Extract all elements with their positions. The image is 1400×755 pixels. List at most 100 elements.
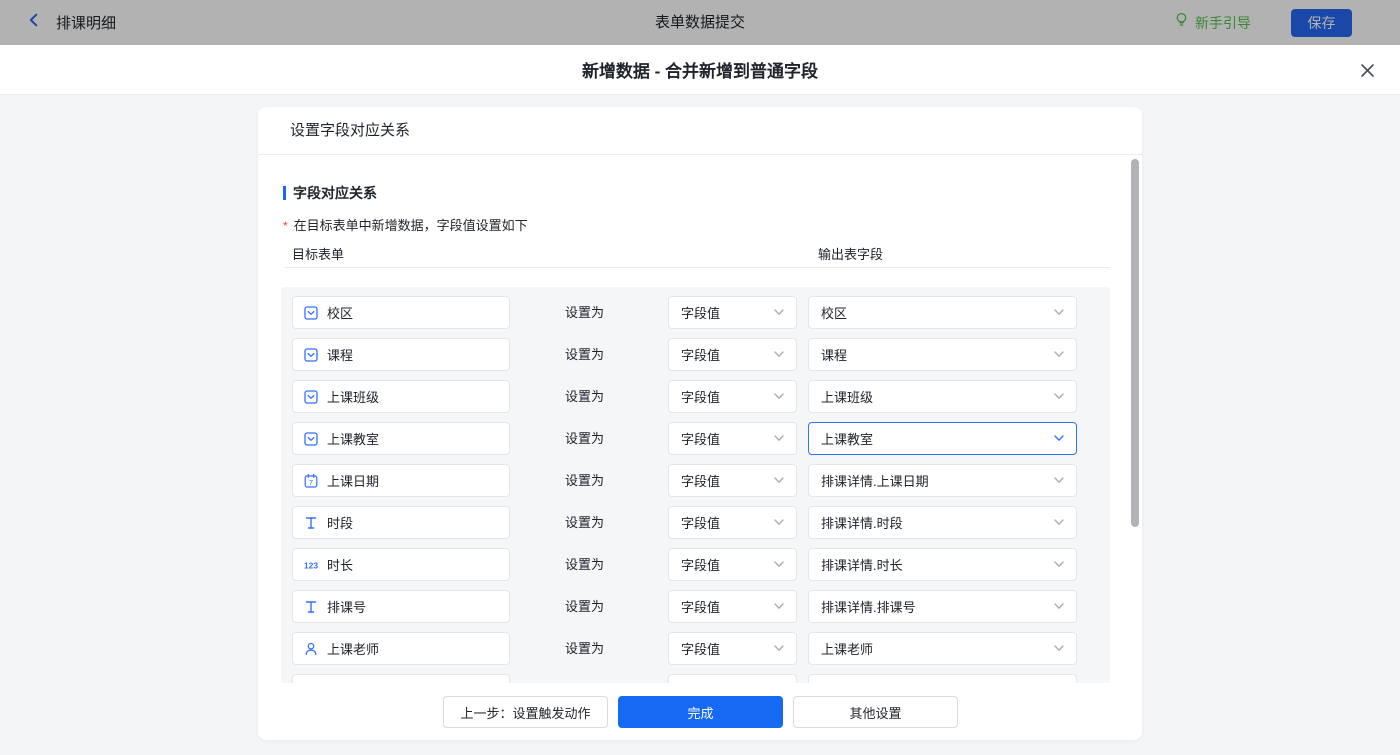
target-field-box[interactable]: 时段: [292, 506, 510, 539]
target-field-box[interactable]: 校区: [292, 296, 510, 329]
set-as-label: 设置为: [565, 632, 604, 665]
output-field-select[interactable]: 排课详情.上课日期: [808, 464, 1077, 497]
panel-header: 设置字段对应关系: [258, 107, 1142, 155]
panel-footer: 上一步：设置触发动作 完成 其他设置: [258, 683, 1142, 740]
mapping-row: 校区 设置为 字段值 校区: [281, 296, 1110, 329]
mapping-row: 7 上课日期 设置为 字段值 排课详情.上课日期: [281, 464, 1110, 497]
value-type-select[interactable]: 字段值: [668, 296, 797, 329]
value-type-select[interactable]: 字段值: [668, 506, 797, 539]
chevron-down-icon: [774, 472, 784, 490]
mapping-row: 上课老师 设置为 字段值 上课老师: [281, 632, 1110, 665]
section-title: 字段对应关系: [283, 183, 377, 203]
field-label: 课程: [327, 345, 353, 364]
target-field-box[interactable]: 7 上课日期: [292, 464, 510, 497]
chevron-down-icon: [774, 430, 784, 448]
mapping-row: 时段 设置为 字段值 排课详情.时段: [281, 506, 1110, 539]
select-field-icon: [301, 389, 321, 405]
target-field-box[interactable]: [292, 674, 510, 683]
output-field-select[interactable]: 上课教室: [808, 422, 1077, 455]
mapping-note: *在目标表单中新增数据，字段值设置如下: [283, 215, 528, 234]
field-label: 排课号: [327, 597, 366, 616]
value-type-select[interactable]: 字段值: [668, 422, 797, 455]
beginner-guide-button[interactable]: 新手引导: [1174, 12, 1251, 33]
output-field-select[interactable]: 上课老师: [808, 632, 1077, 665]
value-type-select[interactable]: 字段值: [668, 590, 797, 623]
modal-title: 新增数据 - 合并新增到普通字段: [582, 57, 818, 82]
value-type-select[interactable]: 字段值: [668, 380, 797, 413]
set-as-label: 设置为: [565, 422, 604, 455]
target-field-box[interactable]: 课程: [292, 338, 510, 371]
field-label: 时段: [327, 513, 353, 532]
section-accent-bar: [283, 186, 286, 200]
target-field-box[interactable]: 上课教室: [292, 422, 510, 455]
chevron-down-icon: [1054, 556, 1064, 574]
chevron-down-icon: [1054, 598, 1064, 616]
value-type-select[interactable]: 字段值: [668, 632, 797, 665]
output-field-select[interactable]: 排课详情.时段: [808, 506, 1077, 539]
mapping-row: 课程 设置为 字段值 课程: [281, 338, 1110, 371]
chevron-down-icon: [1054, 430, 1064, 448]
set-as-label: 设置为: [565, 590, 604, 623]
mapping-row: 123 时长 设置为 字段值 排课详情.时长: [281, 548, 1110, 581]
lightbulb-icon: [1174, 12, 1189, 33]
field-label: 校区: [327, 303, 353, 322]
chevron-down-icon: [774, 556, 784, 574]
chevron-down-icon: [1054, 640, 1064, 658]
chevron-down-icon: [774, 514, 784, 532]
output-field-select[interactable]: [808, 674, 1077, 683]
field-label: 上课老师: [327, 639, 379, 658]
target-field-box[interactable]: 上课班级: [292, 380, 510, 413]
field-label: 上课班级: [327, 387, 379, 406]
chevron-down-icon: [774, 598, 784, 616]
field-mapping-panel: 设置字段对应关系 字段对应关系 *在目标表单中新增数据，字段值设置如下 目标表单…: [258, 107, 1142, 740]
select-field-icon: [301, 347, 321, 363]
done-button[interactable]: 完成: [618, 696, 783, 728]
scrollbar-thumb[interactable]: [1131, 159, 1139, 527]
select-field-icon: [301, 305, 321, 321]
output-field-select[interactable]: 排课详情.排课号: [808, 590, 1077, 623]
column-divider: [285, 267, 1110, 268]
chevron-down-icon: [1054, 304, 1064, 322]
field-label: 上课日期: [327, 471, 379, 490]
set-as-label: 设置为: [565, 506, 604, 539]
chevron-down-icon: [1054, 472, 1064, 490]
modal-body: 设置字段对应关系 字段对应关系 *在目标表单中新增数据，字段值设置如下 目标表单…: [0, 95, 1400, 755]
target-field-box[interactable]: 123 时长: [292, 548, 510, 581]
save-button[interactable]: 保存: [1291, 9, 1352, 37]
column-header-output-field: 输出表字段: [818, 244, 883, 263]
panel-content: 字段对应关系 *在目标表单中新增数据，字段值设置如下 目标表单 输出表字段 校区…: [258, 155, 1142, 683]
mapping-row: 上课班级 设置为 字段值 上课班级: [281, 380, 1110, 413]
set-as-label: 设置为: [565, 338, 604, 371]
topbar: 排课明细 表单数据提交 新手引导 保存: [0, 0, 1400, 45]
mapping-row: 上课教室 设置为 字段值 上课教室: [281, 422, 1110, 455]
chevron-down-icon: [774, 388, 784, 406]
mapping-row: [281, 674, 1110, 683]
value-type-select[interactable]: 字段值: [668, 464, 797, 497]
set-as-label: 设置为: [565, 464, 604, 497]
svg-text:123: 123: [304, 560, 318, 570]
value-type-select[interactable]: 字段值: [668, 338, 797, 371]
target-field-box[interactable]: 上课老师: [292, 632, 510, 665]
output-field-select[interactable]: 上课班级: [808, 380, 1077, 413]
target-field-box[interactable]: 排课号: [292, 590, 510, 623]
mapping-list: 校区 设置为 字段值 校区 课程 设置为 字段值 课程: [281, 287, 1110, 683]
value-type-select[interactable]: [668, 674, 797, 683]
member-icon: [301, 641, 321, 657]
output-field-select[interactable]: 课程: [808, 338, 1077, 371]
chevron-down-icon: [1054, 388, 1064, 406]
previous-step-button[interactable]: 上一步：设置触发动作: [443, 696, 608, 728]
other-settings-button[interactable]: 其他设置: [793, 696, 958, 728]
output-field-select[interactable]: 排课详情.时长: [808, 548, 1077, 581]
chevron-down-icon: [1054, 346, 1064, 364]
text-icon: [301, 515, 321, 531]
value-type-select[interactable]: 字段值: [668, 548, 797, 581]
field-label: 时长: [327, 555, 353, 574]
chevron-down-icon: [774, 346, 784, 364]
chevron-down-icon: [774, 640, 784, 658]
set-as-label: 设置为: [565, 380, 604, 413]
text-icon: [301, 599, 321, 615]
close-icon[interactable]: [1359, 62, 1376, 79]
date-icon: 7: [301, 473, 321, 489]
output-field-select[interactable]: 校区: [808, 296, 1077, 329]
set-as-label: 设置为: [565, 548, 604, 581]
